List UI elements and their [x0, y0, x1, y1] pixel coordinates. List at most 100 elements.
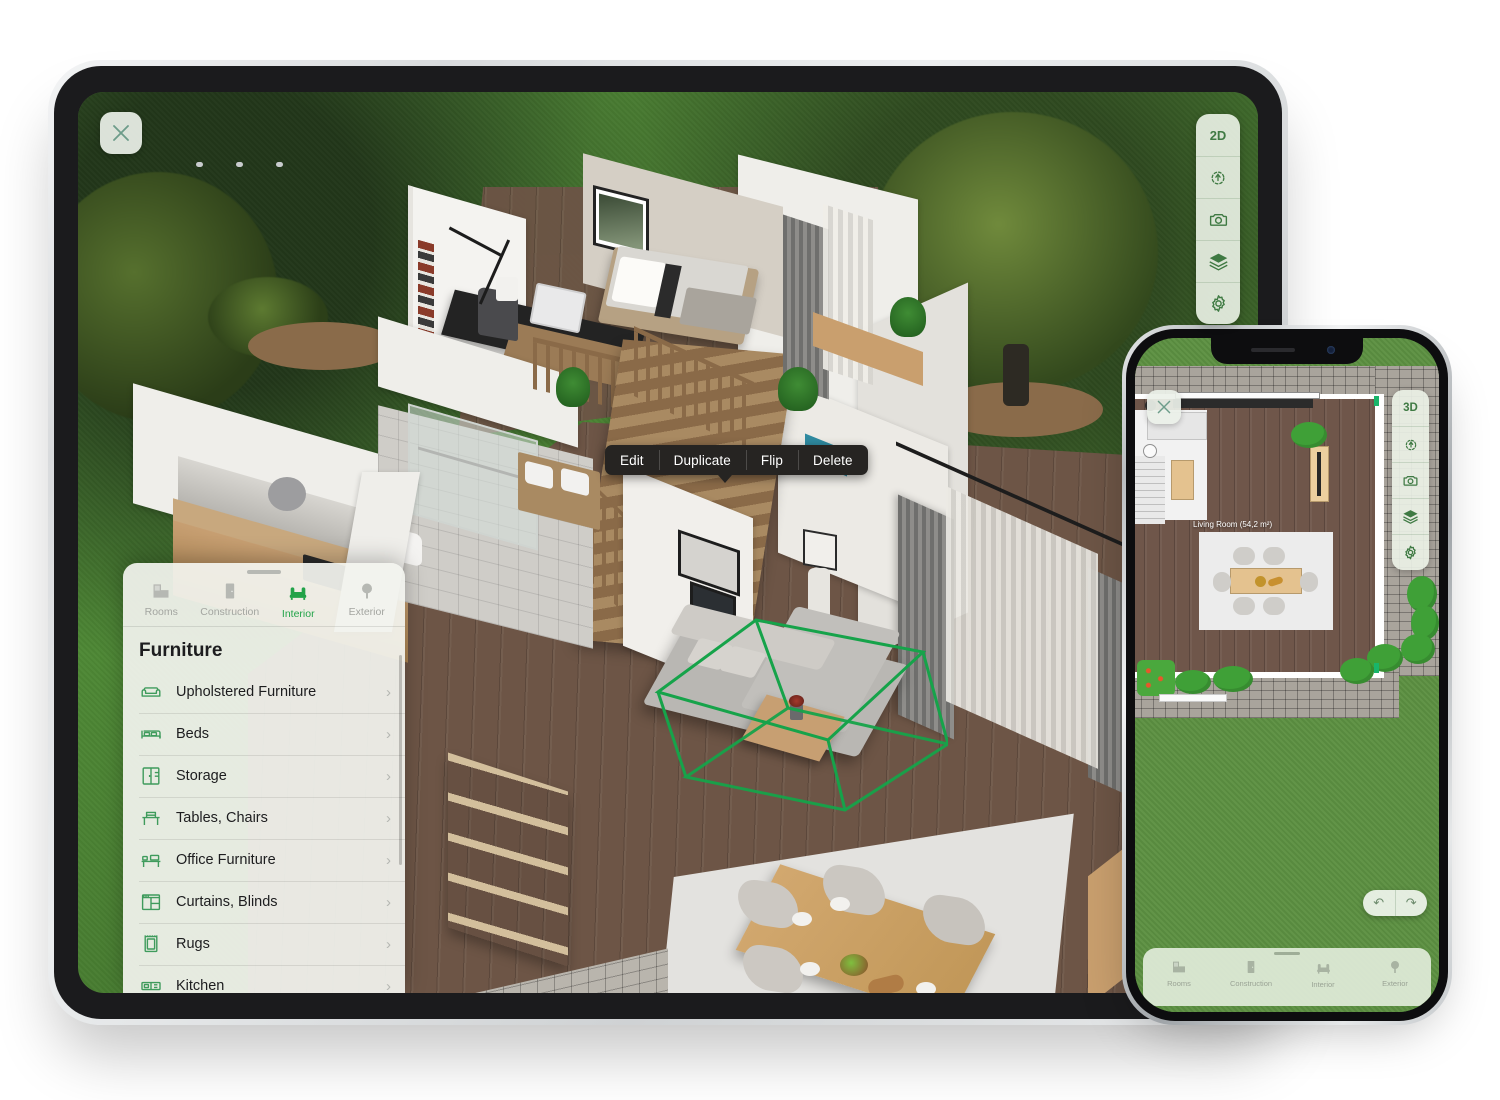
floor-lamp — [803, 529, 837, 571]
list-item-label: Upholstered Furniture — [176, 684, 317, 700]
context-menu-edit[interactable]: Edit — [605, 445, 659, 475]
category-tabbar[interactable]: Rooms Construction Interior Exterior — [1143, 948, 1431, 1006]
undo-button[interactable]: ↶ — [1363, 890, 1395, 916]
dining-chair-plan[interactable] — [1300, 572, 1318, 592]
plant-plan — [1291, 422, 1327, 448]
chevron-right-icon: › — [386, 893, 391, 911]
window-plan — [1175, 392, 1320, 399]
view-mode-button[interactable]: 3D — [1392, 390, 1429, 426]
list-item-tables-chairs[interactable]: Tables, Chairs › — [123, 797, 405, 839]
dining-table-plan[interactable] — [1230, 568, 1302, 594]
list-item-label: Kitchen — [176, 978, 225, 993]
tree-icon — [1391, 961, 1399, 973]
tab-label: Exterior — [1382, 979, 1408, 988]
ipad-screen: 2D Edit Duplicate Flip Delete Rooms Cons… — [78, 92, 1258, 993]
view-toolbar[interactable]: 3D — [1392, 390, 1429, 570]
furniture-category-list[interactable]: Upholstered Furniture › Beds › Storage ›… — [123, 671, 405, 993]
plant — [890, 297, 926, 337]
tab-interior[interactable]: Interior — [264, 581, 333, 620]
furniture-panel[interactable]: Rooms Construction Interior Exterior Fur… — [123, 563, 405, 993]
settings-button[interactable] — [1196, 282, 1240, 324]
panel-grabber[interactable] — [247, 570, 281, 574]
view-toolbar[interactable]: 2D — [1196, 114, 1240, 324]
tab-exterior[interactable]: Exterior — [1359, 959, 1431, 1006]
camera-button[interactable] — [1196, 198, 1240, 240]
camera-button[interactable] — [1392, 462, 1429, 498]
object-context-menu[interactable]: Edit Duplicate Flip Delete — [605, 445, 868, 475]
close-button[interactable] — [1147, 390, 1181, 424]
list-item-kitchen[interactable]: Kitchen › — [123, 965, 405, 993]
layers-button[interactable] — [1392, 498, 1429, 534]
shelf-plan[interactable] — [1171, 460, 1194, 500]
close-icon — [1157, 400, 1171, 414]
tab-rooms[interactable]: Rooms — [127, 581, 196, 620]
view-mode-button[interactable]: 2D — [1196, 114, 1240, 156]
settings-button[interactable] — [1392, 534, 1429, 570]
layers-icon — [1208, 253, 1228, 271]
front-camera-array — [196, 162, 306, 167]
dining-chair-plan[interactable] — [1263, 597, 1285, 615]
list-item-label: Curtains, Blinds — [176, 894, 278, 910]
dining-chair-plan[interactable] — [1233, 547, 1255, 565]
context-menu-flip[interactable]: Flip — [745, 445, 798, 475]
sofa-plan[interactable] — [1173, 399, 1313, 408]
list-item-label: Rugs — [176, 936, 210, 952]
orbit-button[interactable] — [1196, 156, 1240, 198]
sofa-outline-icon — [141, 687, 161, 697]
tab-exterior[interactable]: Exterior — [333, 581, 402, 620]
panel-scrollbar[interactable] — [399, 655, 402, 865]
selection-handle[interactable] — [1374, 663, 1379, 673]
plate — [792, 912, 812, 926]
chevron-right-icon: › — [386, 851, 391, 869]
flowerbed — [1137, 660, 1175, 696]
rug-outline-icon — [144, 935, 158, 953]
layers-button[interactable] — [1196, 240, 1240, 282]
shrub — [1340, 658, 1374, 684]
stair-plan — [1135, 456, 1165, 524]
orbit-icon — [1211, 171, 1225, 184]
chevron-right-icon: › — [386, 683, 391, 701]
tree-icon — [361, 583, 372, 599]
room-label: Living Room (54,2 m²) — [1193, 520, 1273, 529]
screenshot-root: 2D Edit Duplicate Flip Delete Rooms Cons… — [0, 0, 1500, 1100]
camera-icon — [1403, 475, 1418, 486]
redo-button[interactable]: ↷ — [1394, 890, 1428, 916]
gear-icon — [1211, 295, 1225, 312]
tab-interior[interactable]: Interior — [1287, 959, 1359, 1006]
iphone-screen: Living Room (54,2 m²) 3D ↶ ↷ Rooms Const… — [1135, 338, 1439, 1012]
tab-label: Interior — [281, 608, 315, 620]
list-item-curtains-blinds[interactable]: Curtains, Blinds › — [123, 881, 405, 923]
camera-icon — [1209, 213, 1227, 226]
dining-chair-plan[interactable] — [1263, 547, 1285, 565]
close-button[interactable] — [100, 112, 142, 154]
list-item-beds[interactable]: Beds › — [123, 713, 405, 755]
selection-handle[interactable] — [1374, 396, 1379, 406]
list-item-upholstered-furniture[interactable]: Upholstered Furniture › — [123, 671, 405, 713]
context-menu-duplicate[interactable]: Duplicate — [658, 445, 746, 475]
dining-chair-plan[interactable] — [1233, 597, 1255, 615]
list-item-label: Beds — [176, 726, 210, 742]
iphone-bezel: Living Room (54,2 m²) 3D ↶ ↷ Rooms Const… — [1126, 329, 1448, 1021]
shrub — [1213, 666, 1253, 692]
fruit-bowl-plan — [1255, 576, 1266, 587]
orbit-button[interactable] — [1392, 426, 1429, 462]
context-menu-delete[interactable]: Delete — [798, 445, 868, 475]
dining-chair-plan[interactable] — [1213, 572, 1231, 592]
bed-outline-icon — [141, 730, 161, 739]
curtain-outline-icon — [141, 894, 161, 911]
list-item-office-furniture[interactable]: Office Furniture › — [123, 839, 405, 881]
table-flowers — [789, 695, 804, 707]
tab-construction[interactable]: Construction — [196, 581, 265, 620]
fruit-bowl — [840, 954, 868, 976]
kitchen-outline-icon — [141, 981, 161, 991]
history-controls[interactable]: ↶ ↷ — [1363, 890, 1427, 916]
list-item-storage[interactable]: Storage › — [123, 755, 405, 797]
close-icon — [113, 125, 129, 141]
tab-construction[interactable]: Construction — [1215, 959, 1287, 1006]
list-item-rugs[interactable]: Rugs › — [123, 923, 405, 965]
chevron-right-icon: › — [386, 809, 391, 827]
panel-grabber[interactable] — [1274, 952, 1300, 955]
tab-rooms[interactable]: Rooms — [1143, 959, 1215, 1006]
layers-icon — [1403, 510, 1418, 524]
panel-title: Furniture — [139, 640, 223, 661]
